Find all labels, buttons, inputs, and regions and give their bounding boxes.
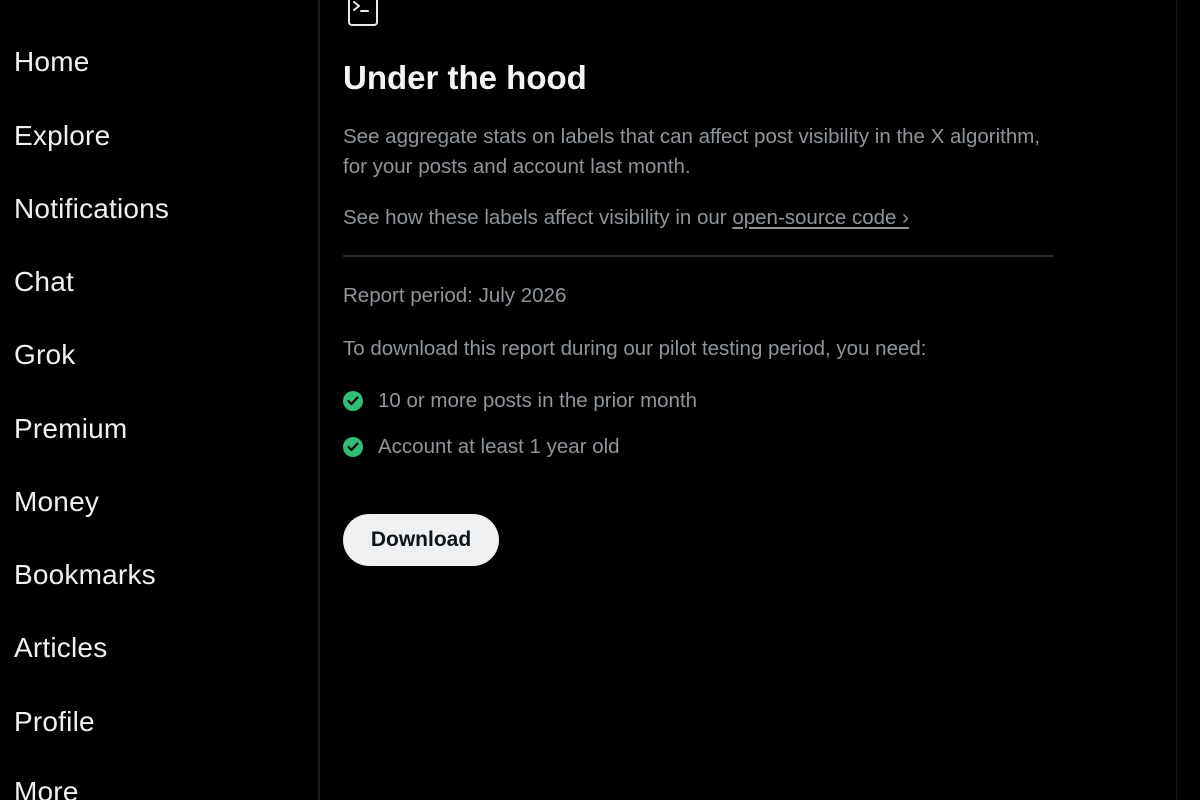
sidebar-item-home[interactable]: Home: [14, 45, 90, 79]
report-period: Report period: July 2026: [343, 284, 567, 307]
open-source-code-link[interactable]: open-source code ›: [732, 206, 909, 229]
open-source-prefix: See how these labels affect visibility i…: [343, 206, 733, 229]
requirement-item: Account at least 1 year old: [343, 432, 620, 462]
main-column-border: [1176, 0, 1177, 800]
check-circle-icon: [343, 391, 363, 411]
terminal-icon: [348, 0, 378, 26]
sidebar-item-notifications[interactable]: Notifications: [14, 192, 169, 226]
sidebar-item-grok[interactable]: Grok: [14, 338, 75, 372]
sidebar-item-more[interactable]: More: [14, 775, 79, 800]
requirement-label: Account at least 1 year old: [378, 435, 620, 458]
open-source-line: See how these labels affect visibility i…: [343, 203, 909, 233]
download-button[interactable]: Download: [343, 514, 499, 566]
app-window: Home Explore Notifications Chat Grok Pre…: [0, 0, 1200, 800]
sidebar-item-premium[interactable]: Premium: [14, 412, 127, 446]
check-circle-icon: [343, 437, 363, 457]
requirement-item: 10 or more posts in the prior month: [343, 386, 697, 416]
sidebar-nav: Home Explore Notifications Chat Grok Pre…: [0, 0, 318, 800]
sidebar-item-articles[interactable]: Articles: [14, 631, 107, 665]
sidebar-item-chat[interactable]: Chat: [14, 265, 74, 299]
sidebar-item-money[interactable]: Money: [14, 485, 99, 519]
main-content: Under the hood See aggregate stats on la…: [343, 0, 1063, 800]
page-title: Under the hood: [343, 59, 587, 96]
sidebar-item-profile[interactable]: Profile: [14, 705, 95, 739]
sidebar-divider: [318, 0, 320, 800]
requirement-label: 10 or more posts in the prior month: [378, 389, 698, 412]
section-divider: [343, 255, 1053, 257]
sidebar-item-explore[interactable]: Explore: [14, 119, 110, 153]
sidebar-item-bookmarks[interactable]: Bookmarks: [14, 558, 156, 592]
page-description: See aggregate stats on labels that can a…: [343, 125, 1041, 178]
requirements-intro: To download this report during our pilot…: [343, 337, 927, 360]
